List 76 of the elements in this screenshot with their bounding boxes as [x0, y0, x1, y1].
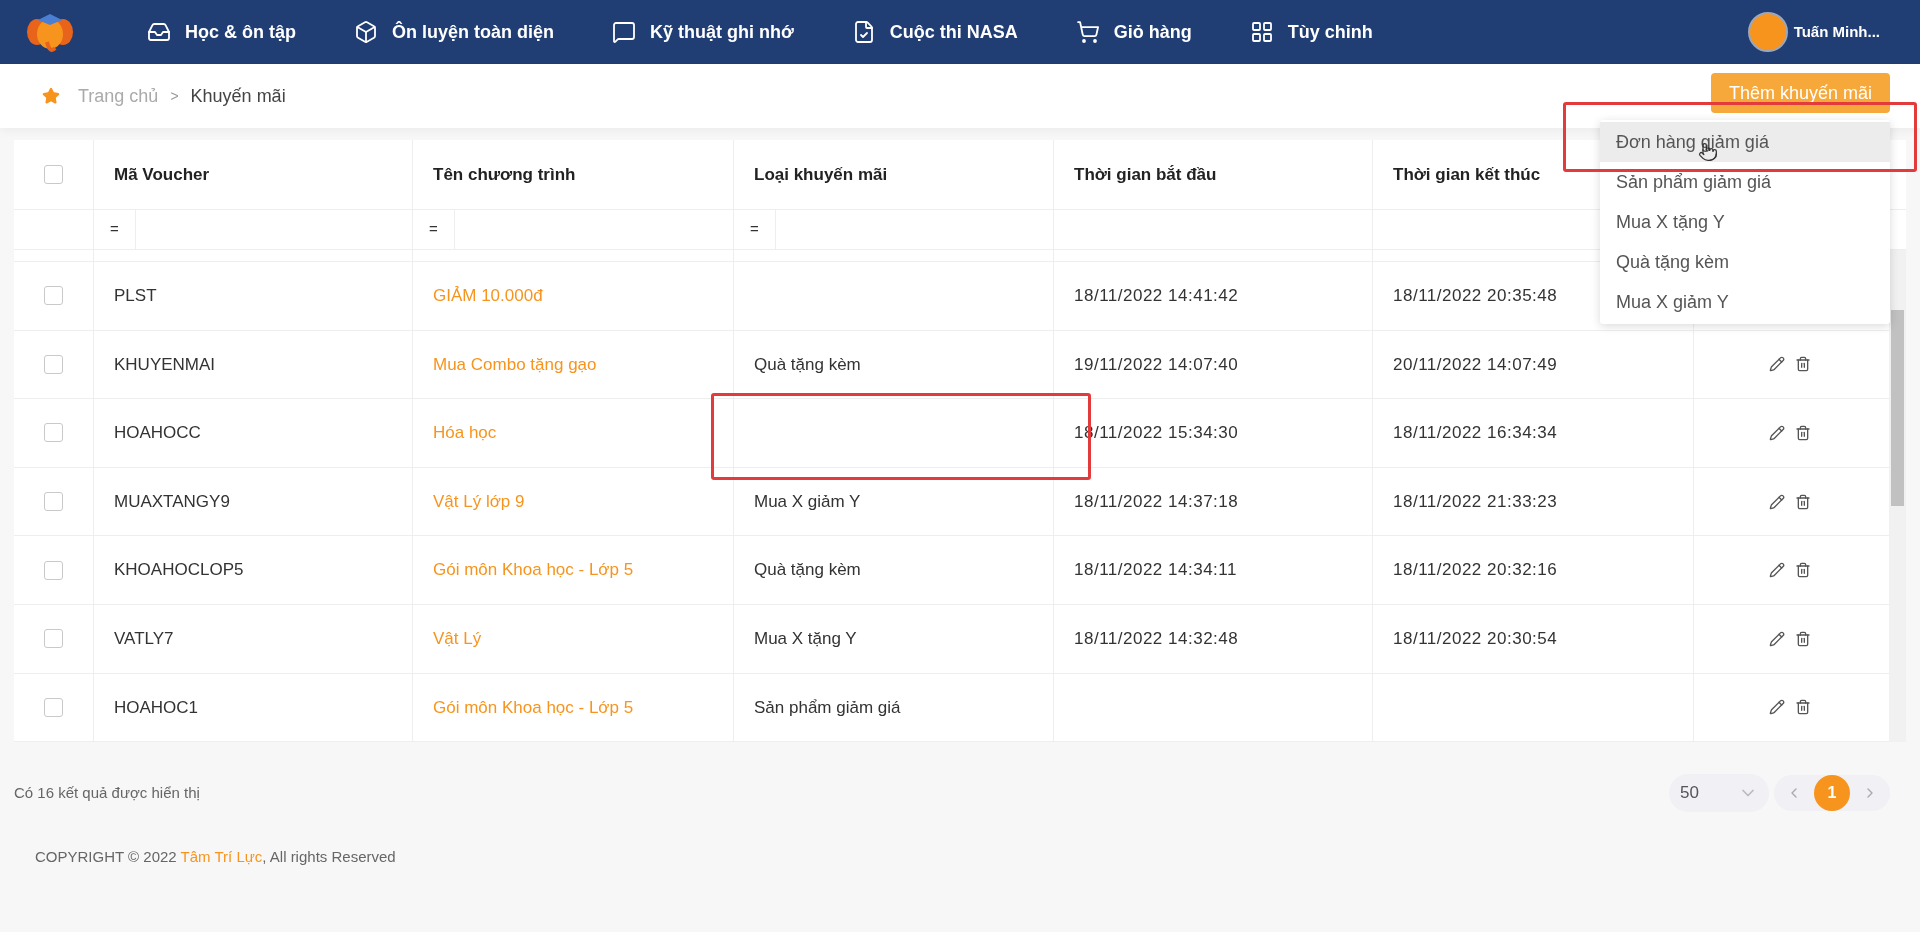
table-cell-text: Mua X giảm Y [754, 490, 861, 513]
table-cell-text: 18/11/2022 14:41:42 [1074, 285, 1239, 308]
inbox-icon [147, 20, 171, 44]
table-cell-text: MUAXTANGY9 [114, 490, 230, 513]
table-cell-text: 18/11/2022 14:37:18 [1074, 490, 1239, 513]
checkbox[interactable] [44, 354, 63, 374]
table-cell-text: 18/11/2022 21:33:23 [1393, 490, 1558, 513]
column-header: Tên chương trình [433, 163, 576, 186]
copyright-text: COPYRIGHT © 2022 Tâm Trí Lực, All rights Reserved [35, 848, 396, 865]
menu-item[interactable]: Quà tặng kèm [1600, 242, 1890, 282]
delete-icon[interactable] [1795, 562, 1811, 579]
table-cell-text: 18/11/2022 16:34:34 [1393, 422, 1558, 445]
table-cell-text: PLST [114, 285, 157, 308]
table-cell-text: HOAHOCC [114, 422, 201, 445]
table-cell-text: HOAHOC1 [114, 696, 199, 719]
table-cell-text: 19/11/2022 14:07:40 [1074, 353, 1239, 376]
table-cell-text: Sản phẩm giảm giá [754, 696, 901, 719]
breadcrumb-separator: > [170, 86, 179, 106]
nav-link[interactable]: Kỹ thuật ghi nhớ [612, 18, 794, 46]
filter-operator[interactable]: = [734, 210, 776, 249]
table-cell-text: 18/11/2022 14:34:11 [1074, 559, 1237, 582]
table-cell-text: KHOAHOCLOP5 [114, 559, 244, 582]
edit-icon[interactable] [1769, 493, 1785, 510]
table-cell-text: 20/11/2022 14:07:49 [1393, 353, 1558, 376]
edit-icon[interactable] [1769, 425, 1785, 441]
nav-link[interactable]: Học & ôn tập [147, 18, 296, 46]
cube-icon [354, 20, 378, 44]
delete-icon[interactable] [1795, 425, 1811, 441]
user-name[interactable]: Tuấn Minh... [1793, 20, 1880, 44]
table-cell-text: KHUYENMAI [114, 353, 216, 376]
delete-icon[interactable] [1795, 356, 1811, 373]
page-size-select[interactable]: 50 [1669, 774, 1769, 812]
delete-icon[interactable] [1795, 630, 1811, 647]
table-cell-text: Quà tặng kèm [754, 559, 861, 582]
edit-icon[interactable] [1769, 630, 1785, 647]
checkbox[interactable] [44, 165, 63, 184]
star-icon [42, 87, 60, 105]
delete-icon[interactable] [1795, 699, 1811, 716]
delete-icon[interactable] [1795, 493, 1811, 510]
table-cell-text: 18/11/2022 20:35:48 [1393, 285, 1558, 308]
menu-item[interactable]: Mua X giảm Y [1600, 282, 1890, 322]
checkbox[interactable] [44, 629, 63, 649]
chat-icon [612, 20, 636, 44]
breadcrumb-current[interactable]: Khuyến mãi [190, 82, 286, 110]
user-avatar[interactable] [1747, 12, 1788, 52]
table-cell-text: VATLY7 [114, 628, 174, 650]
menu-item[interactable]: Sản phẩm giảm giá [1600, 162, 1890, 202]
nav-link[interactable]: Ôn luyện toàn diện [354, 18, 554, 46]
checkbox[interactable] [44, 492, 63, 512]
grid-icon [1249, 20, 1274, 44]
checkbox[interactable] [44, 423, 63, 443]
nav-link[interactable]: Giỏ hàng [1075, 18, 1192, 46]
table-cell-text: 18/11/2022 20:30:54 [1393, 628, 1558, 650]
nav-link[interactable]: Cuộc thi NASA [851, 18, 1018, 46]
edit-icon[interactable] [1769, 356, 1785, 373]
column-header: Loại khuyến mãi [754, 163, 888, 186]
filter-operator[interactable]: = [94, 210, 136, 249]
column-header: Thời gian kết thúc [1393, 163, 1541, 186]
column-header: Thời gian bắt đầu [1074, 163, 1217, 186]
cart-icon [1075, 20, 1100, 44]
table-cell-text: Quà tặng kèm [754, 353, 861, 376]
table-cell-text: Mua X tặng Y [754, 628, 857, 650]
filter-operator[interactable]: = [413, 210, 455, 249]
table-cell-text: 18/11/2022 14:32:48 [1074, 628, 1239, 650]
checkbox[interactable] [44, 560, 63, 580]
checkbox[interactable] [44, 286, 63, 306]
checkbox[interactable] [44, 697, 63, 717]
table-cell-text: 18/11/2022 20:32:16 [1393, 559, 1558, 582]
menu-item[interactable]: Đơn hàng giảm giá [1600, 122, 1890, 162]
menu-item[interactable]: Mua X tặng Y [1600, 202, 1890, 242]
column-header: Mã Voucher [114, 163, 210, 186]
edit-icon[interactable] [1769, 562, 1785, 579]
nav-link[interactable]: Tùy chỉnh [1249, 18, 1373, 46]
edit-icon[interactable] [1769, 699, 1785, 716]
scrollbar[interactable] [1889, 250, 1906, 742]
results-count: Có 16 kết quả được hiển thị [14, 782, 200, 803]
